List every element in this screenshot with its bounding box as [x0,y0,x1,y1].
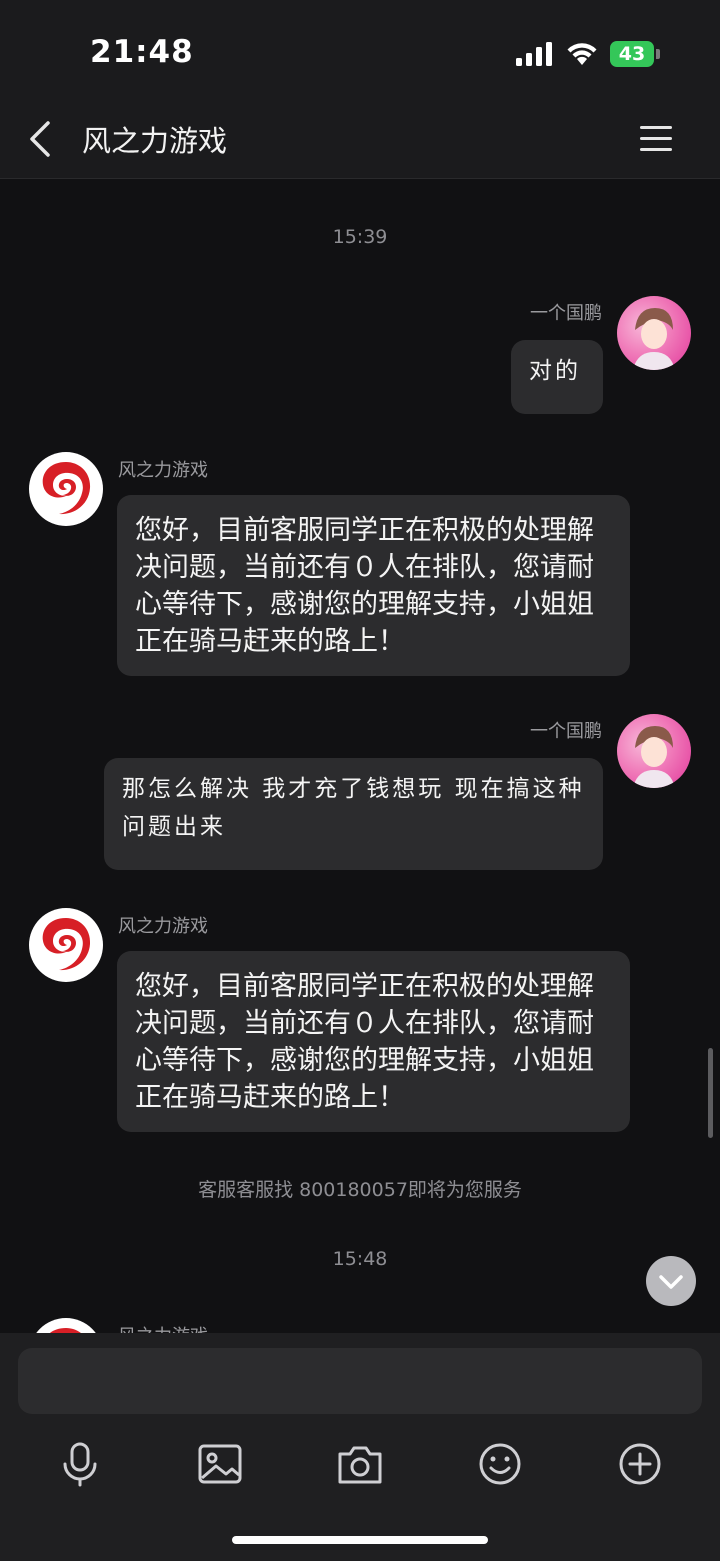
sender-name: 风之力游戏 [118,460,208,481]
brand-logo-icon [42,462,91,515]
brand-logo-icon [42,918,91,971]
camera-icon[interactable] [332,1436,388,1492]
scrollbar[interactable] [708,1048,713,1138]
battery-nub [656,49,660,59]
wifi-icon [567,43,597,65]
sender-name-partial: 风之力游戏 [118,1322,208,1333]
menu-icon[interactable] [640,126,672,152]
message-bubble-user: 对的 [511,340,603,414]
timestamp: 15:39 [332,226,388,248]
sender-name: 一个国鹏 [530,303,602,324]
message-bubble-user: 那怎么解决 我才充了钱想玩 现在搞这种问题出来 [104,758,603,870]
message-input[interactable] [18,1348,702,1414]
chevron-down-icon [659,1275,683,1289]
page-title: 风之力游戏 [82,124,228,158]
sender-name: 风之力游戏 [118,1322,208,1333]
brand-avatar[interactable] [29,908,103,982]
signal-icon [516,42,552,66]
brand-avatar[interactable] [29,452,103,526]
message-bubble-agent: 您好，目前客服同学正在积极的处理解决问题，当前还有０人在排队，您请耐心等待下，感… [117,495,630,676]
timestamp: 15:48 [332,1248,388,1270]
image-icon[interactable] [192,1436,248,1492]
sender-name: 一个国鹏 [530,721,602,742]
status-time: 21:48 [90,34,194,70]
brand-avatar-partial [29,1318,103,1333]
emoji-icon[interactable] [472,1436,528,1492]
scroll-down-button[interactable] [646,1256,696,1306]
user-avatar[interactable] [617,296,691,370]
plus-icon[interactable] [612,1436,668,1492]
battery-indicator: 43 [610,41,654,67]
user-avatar[interactable] [617,714,691,788]
microphone-icon[interactable] [52,1436,108,1492]
system-notice: 客服客服找 800180057即将为您服务 [198,1179,522,1201]
back-arrow-icon[interactable] [26,120,54,158]
sender-name: 风之力游戏 [118,916,208,937]
home-indicator[interactable] [232,1536,488,1544]
message-bubble-agent: 您好，目前客服同学正在积极的处理解决问题，当前还有０人在排队，您请耐心等待下，感… [117,951,630,1132]
